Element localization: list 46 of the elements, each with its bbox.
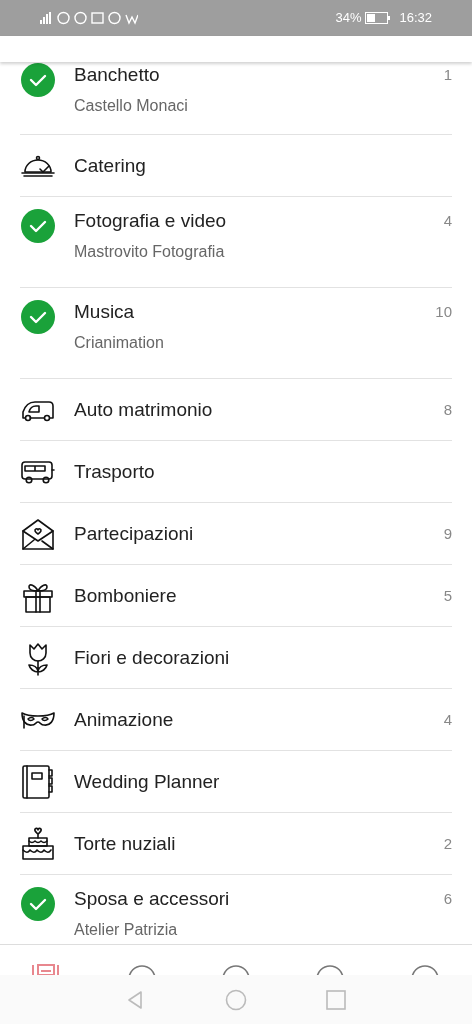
- vendor-name: Crianimation: [74, 333, 165, 353]
- category-title: Sposa e accessori: [74, 887, 231, 911]
- category-title: Catering: [74, 153, 147, 178]
- category-row[interactable]: Fiori e decorazioni: [20, 627, 452, 689]
- category-title: Banchetto: [74, 63, 161, 87]
- category-title: Fotografia e video: [74, 209, 228, 233]
- count: 10: [435, 302, 452, 322]
- category-row[interactable]: Trasporto: [20, 441, 452, 503]
- category-row[interactable]: Fotografia e video Mastrovito Fotografia 4: [20, 197, 452, 288]
- count: 4: [443, 711, 452, 728]
- category-row[interactable]: Banchetto Castello Monaci 1: [20, 62, 452, 135]
- category-title: Animazione: [74, 707, 175, 732]
- category-row[interactable]: Torte nuziali 2: [20, 813, 452, 875]
- count: 8: [443, 401, 452, 418]
- category-row[interactable]: Musica Crianimation 10: [20, 288, 452, 379]
- count: 1: [443, 65, 452, 85]
- notification-icon: [57, 11, 70, 25]
- category-title: Trasporto: [74, 459, 156, 484]
- count: 5: [443, 587, 452, 604]
- chat-icon: [74, 11, 87, 25]
- battery-percent: 34%: [335, 9, 362, 28]
- category-title: Fiori e decorazioni: [74, 645, 231, 670]
- category-title: Partecipazioni: [74, 521, 195, 546]
- battery-icon: [365, 12, 392, 24]
- count: 6: [443, 889, 452, 909]
- vendor-name: Castello Monaci: [74, 96, 189, 116]
- category-row[interactable]: Animazione 4: [20, 689, 452, 751]
- notification-icon: [108, 11, 121, 25]
- category-row[interactable]: Auto matrimonio 8: [20, 379, 452, 441]
- count: 2: [443, 835, 452, 852]
- category-title: Torte nuziali: [74, 831, 177, 856]
- category-row[interactable]: Wedding Planner: [20, 751, 452, 813]
- clock: 16:32: [399, 9, 432, 28]
- count: 4: [443, 211, 452, 231]
- vendor-name: Mastrovito Fotografia: [74, 242, 226, 262]
- vendor-name: Atelier Patrizia: [74, 920, 179, 940]
- count: 9: [443, 525, 452, 542]
- category-title: Auto matrimonio: [74, 397, 214, 422]
- signal-icon: [40, 11, 53, 25]
- category-row[interactable]: Partecipazioni 9: [20, 503, 452, 565]
- category-title: Bomboniere: [74, 583, 178, 608]
- category-row[interactable]: Catering: [20, 135, 452, 197]
- category-row[interactable]: Bomboniere 5: [20, 565, 452, 627]
- category-title: Wedding Planner: [74, 769, 221, 794]
- image-icon: [91, 11, 104, 25]
- category-title: Musica: [74, 300, 136, 324]
